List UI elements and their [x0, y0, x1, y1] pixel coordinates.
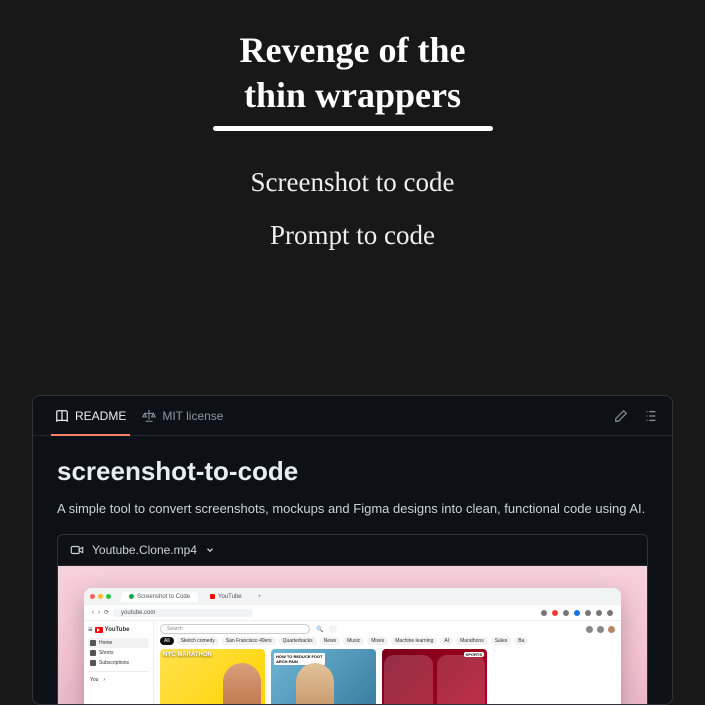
video-filename: Youtube.Clone.mp4: [92, 543, 197, 557]
browser-tabstrip: Screenshot to Code YouTube +: [84, 588, 621, 605]
thumbnail-row: NYC MARATHON HOW TO REDUCE FOOTARCH PAIN: [160, 649, 615, 705]
chip[interactable]: Ba: [514, 637, 528, 645]
shorts-icon: [90, 650, 96, 656]
browser-tab-1-label: Screenshot to Code: [137, 594, 190, 600]
search-placeholder: Search: [167, 626, 183, 632]
thumb-person: [296, 663, 334, 705]
yt-play-icon: [95, 627, 103, 633]
browser-tab-2[interactable]: YouTube: [202, 592, 250, 602]
video-thumbnail[interactable]: NYC MARATHON: [160, 649, 265, 705]
browser-urlbar: ‹ › ⟳ youtube.com: [84, 605, 621, 621]
yt-main: Search 🔍 All: [154, 621, 621, 705]
chip[interactable]: All: [160, 637, 174, 645]
readme-tabbar: README MIT license: [33, 396, 672, 436]
extension-icons: [541, 610, 613, 616]
chip[interactable]: Mixes: [367, 637, 388, 645]
max-dot[interactable]: [106, 594, 111, 599]
chip[interactable]: San Francisco 49ers: [222, 637, 276, 645]
browser-tab-2-label: YouTube: [218, 594, 242, 600]
video-preview[interactable]: Screenshot to Code YouTube + ‹ › ⟳ youtu…: [58, 566, 647, 705]
hero-title-line1: Revenge of the: [240, 30, 466, 70]
pencil-icon[interactable]: [614, 409, 628, 423]
hero-underline: [213, 126, 493, 131]
chip[interactable]: News: [320, 637, 341, 645]
chip[interactable]: AI: [440, 637, 453, 645]
tab-license[interactable]: MIT license: [134, 396, 231, 435]
chevron-down-icon: [205, 545, 215, 555]
repo-title: screenshot-to-code: [57, 456, 648, 487]
outline-icon[interactable]: [644, 409, 658, 423]
traffic-lights: [90, 594, 111, 599]
tab-favicon-1: [129, 594, 134, 599]
tab-favicon-2: [210, 594, 215, 599]
search-input[interactable]: Search: [160, 624, 310, 634]
hero-title-line2: thin wrappers: [244, 75, 461, 115]
subs-icon: [90, 660, 96, 666]
chip[interactable]: Marathons: [456, 637, 488, 645]
tab-license-label: MIT license: [162, 409, 223, 423]
hamburger-icon[interactable]: ≡: [88, 625, 93, 634]
video-thumbnail[interactable]: HOW TO REDUCE FOOTARCH PAIN: [271, 649, 376, 705]
yt-brand: YouTube: [105, 627, 130, 633]
sidebar-item-label: Home: [99, 640, 112, 646]
search-icon[interactable]: 🔍: [316, 626, 323, 633]
chip[interactable]: Machine learning: [391, 637, 437, 645]
yt-sidebar: ≡ YouTube Home Shorts Subscriptions You›: [84, 621, 154, 705]
yt-logo[interactable]: ≡ YouTube: [88, 625, 149, 634]
home-icon: [90, 640, 96, 646]
readme-panel: README MIT license screenshot-to-code A …: [32, 395, 673, 705]
repo-description: A simple tool to convert screenshots, mo…: [57, 501, 648, 516]
ext-icon-opera[interactable]: [552, 610, 558, 616]
sidebar-item-label: Subscriptions: [99, 660, 129, 666]
ext-icon[interactable]: [607, 610, 613, 616]
hero-sub-2: Prompt to code: [0, 220, 705, 251]
video-filename-row[interactable]: Youtube.Clone.mp4: [58, 535, 647, 566]
sidebar-item-label: You: [90, 677, 98, 683]
tab-readme[interactable]: README: [47, 396, 134, 435]
chip[interactable]: Sketch comedy: [177, 637, 219, 645]
ext-icon[interactable]: [574, 610, 580, 616]
browser-window: Screenshot to Code YouTube + ‹ › ⟳ youtu…: [84, 588, 621, 705]
reload-icon[interactable]: ⟳: [104, 609, 109, 616]
chip-row: All Sketch comedy San Francisco 49ers Qu…: [160, 637, 615, 645]
url-field[interactable]: youtube.com: [113, 609, 253, 617]
hero-title: Revenge of the thin wrappers: [213, 28, 493, 131]
nav-back-icon[interactable]: ‹: [92, 610, 94, 616]
chip[interactable]: Sales: [491, 637, 512, 645]
sidebar-item-subscriptions[interactable]: Subscriptions: [88, 658, 149, 668]
sidebar-item-home[interactable]: Home: [88, 638, 149, 648]
url-text: youtube.com: [121, 610, 155, 616]
ext-icon[interactable]: [563, 610, 569, 616]
browser-tab-1[interactable]: Screenshot to Code: [121, 592, 198, 602]
avatar[interactable]: [608, 626, 615, 633]
create-icon[interactable]: [586, 626, 593, 633]
video-icon: [70, 543, 84, 557]
hero-sub-1: Screenshot to code: [0, 167, 705, 198]
video-card: Youtube.Clone.mp4 Screenshot to Code: [57, 534, 648, 705]
thumb-title: NYC MARATHON: [163, 652, 212, 658]
law-icon: [142, 409, 156, 423]
chip[interactable]: Quarterbacks: [279, 637, 317, 645]
book-icon: [55, 409, 69, 423]
sidebar-item-shorts[interactable]: Shorts: [88, 648, 149, 658]
sidebar-item-you[interactable]: You›: [88, 675, 149, 685]
youtube-clone: ≡ YouTube Home Shorts Subscriptions You›: [84, 621, 621, 705]
ext-icon[interactable]: [585, 610, 591, 616]
tab-readme-label: README: [75, 409, 126, 423]
close-dot[interactable]: [90, 594, 95, 599]
nav-fwd-icon[interactable]: ›: [98, 610, 100, 616]
ext-icon[interactable]: [541, 610, 547, 616]
ext-icon[interactable]: [596, 610, 602, 616]
video-thumbnail[interactable]: SPORTS: [382, 649, 487, 705]
mic-icon[interactable]: [329, 625, 337, 633]
sidebar-item-label: Shorts: [99, 650, 113, 656]
yt-topbar-right: [586, 626, 615, 633]
thumb-person: [223, 663, 261, 705]
min-dot[interactable]: [98, 594, 103, 599]
chip[interactable]: Music: [343, 637, 364, 645]
new-tab-button[interactable]: +: [258, 594, 262, 600]
bell-icon[interactable]: [597, 626, 604, 633]
